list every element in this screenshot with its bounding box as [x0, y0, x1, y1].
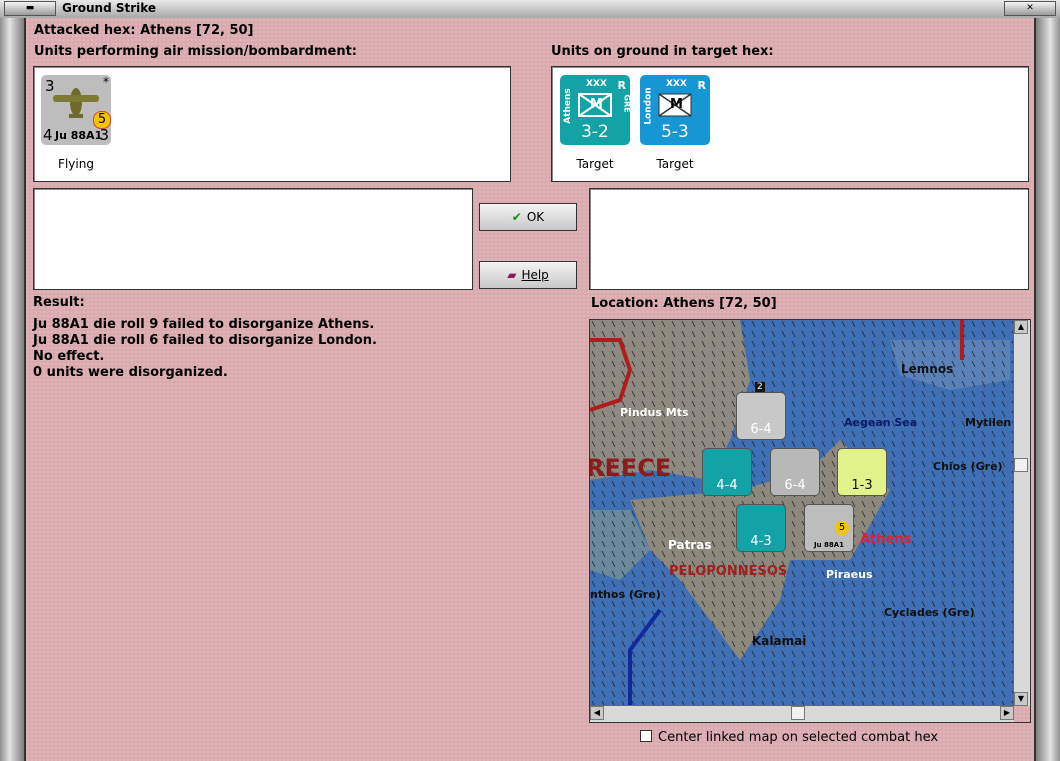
map-label-chios: Chios (Gre): [933, 460, 1003, 473]
map-unit-strength: 4-3: [750, 534, 772, 549]
result-label: Result:: [33, 295, 85, 310]
map-label-piraeus: Piraeus: [826, 568, 873, 581]
air-detail-box[interactable]: [33, 188, 473, 290]
unit-corner-label: R: [697, 79, 706, 92]
ground-detail-box[interactable]: [589, 188, 1029, 290]
map-unit[interactable]: 1-3: [837, 448, 887, 496]
window-frame-left: [0, 18, 26, 761]
map-label-cyclades: Cyclades (Gre): [884, 606, 975, 619]
air-units-label: Units performing air mission/bombardment…: [34, 44, 358, 59]
air-unit-attack: 4: [43, 126, 53, 144]
title-bar[interactable]: ▬ Ground Strike ✕: [0, 0, 1060, 19]
map-horizontal-scrollbar[interactable]: ◀ ▶: [590, 705, 1014, 722]
map-label-mytilene: Mytilen: [965, 416, 1012, 429]
unit-side-label: London: [643, 87, 654, 125]
result-line: No effect.: [33, 349, 105, 364]
unit-size-label: XXX: [666, 79, 687, 89]
air-unit-name: Ju 88A1: [55, 129, 103, 142]
unit-status: Target: [576, 157, 614, 171]
map-unit[interactable]: 4-4: [702, 448, 752, 496]
unit-symbol-letter: M: [670, 97, 683, 112]
map-unit-strength: 1-3: [851, 478, 873, 493]
unit-strength: 3-2: [581, 122, 609, 142]
map-air-unit-badge: 5: [835, 521, 849, 535]
center-map-checkbox[interactable]: [640, 730, 652, 742]
unit-size-label: XXX: [586, 79, 607, 89]
ground-unit-london[interactable]: XXX R London M 5-3 Target: [640, 75, 710, 171]
map-unit-strength: 6-4: [750, 422, 772, 437]
window-title: Ground Strike: [62, 1, 157, 15]
center-map-label: Center linked map on selected combat hex: [658, 730, 939, 745]
map-unit[interactable]: 6-4 2: [736, 382, 786, 440]
close-button[interactable]: ✕: [1004, 1, 1056, 16]
map-terrain: [590, 320, 1014, 706]
map-label-aegean: Aegean Sea: [844, 416, 918, 429]
map-label-athens: Athens: [860, 532, 912, 547]
air-unit-defense: 3: [99, 126, 109, 144]
air-unit-ju88a1[interactable]: 3 * 5 4 Ju 88A1 3 Flying: [41, 75, 111, 171]
unit-corner-label: R: [617, 79, 626, 92]
result-line: Ju 88A1 die roll 6 failed to disorganize…: [33, 333, 377, 348]
map-label-zakynthos: nthos (Gre): [590, 588, 661, 601]
scroll-down-icon[interactable]: ▼: [1014, 692, 1028, 706]
dialog-content: Attacked hex: Athens [72, 50] Units perf…: [26, 18, 1034, 761]
location-label: Location: Athens [72, 50]: [591, 296, 777, 311]
ground-units-label: Units on ground in target hex:: [551, 44, 774, 59]
center-map-option[interactable]: Center linked map on selected combat hex: [640, 730, 938, 745]
map-label-kalamai: Kalamai: [752, 634, 807, 648]
vertical-scroll-thumb[interactable]: [1014, 458, 1028, 472]
map-unit-strength: 6-4: [784, 478, 806, 493]
map-label-lemnos: Lemnos: [901, 362, 954, 376]
map-unit[interactable]: 4-3: [736, 504, 786, 552]
map-unit[interactable]: 6-4: [770, 448, 820, 496]
unit-nation-label: GRE: [622, 94, 632, 113]
map-label-patras: Patras: [668, 538, 712, 552]
map-air-unit-name: Ju 88A1: [813, 541, 845, 549]
result-line: Ju 88A1 die roll 9 failed to disorganize…: [33, 317, 375, 332]
air-units-list[interactable]: 3 * 5 4 Ju 88A1 3 Flying: [33, 66, 511, 182]
scroll-right-icon[interactable]: ▶: [1000, 706, 1014, 720]
unit-side-label: Athens: [562, 88, 573, 124]
map-label-pindus: Pindus Mts: [620, 406, 689, 419]
checkmark-icon: ✔: [511, 210, 522, 224]
map-vertical-scrollbar[interactable]: ▲ ▼: [1013, 320, 1030, 706]
help-book-icon: ▰: [507, 268, 517, 282]
map-label-greece: REECE: [589, 454, 672, 482]
ok-button-label: OK: [526, 210, 545, 224]
unit-status: Target: [656, 157, 694, 171]
horizontal-scroll-thumb[interactable]: [791, 706, 805, 720]
unit-symbol-letter: M: [590, 97, 603, 112]
ground-unit-athens[interactable]: XXX R Athens GRE M 3-2 Target: [560, 75, 632, 171]
map-stack-count: 2: [755, 382, 765, 392]
location-map[interactable]: Lemnos Pindus Mts Aegean Sea Mytilen Chi…: [589, 319, 1031, 723]
ground-units-list[interactable]: XXX R Athens GRE M 3-2 Target XXX R Lond…: [551, 66, 1029, 182]
system-menu-button[interactable]: ▬: [4, 1, 56, 16]
help-button[interactable]: ▰ Help: [479, 261, 577, 289]
unit-strength: 5-3: [661, 122, 689, 142]
ok-button[interactable]: ✔ OK: [479, 203, 577, 231]
map-unit-strength: 4-4: [716, 478, 738, 493]
scroll-left-icon[interactable]: ◀: [590, 706, 604, 720]
map-air-unit[interactable]: 5 Ju 88A1: [804, 504, 854, 552]
map-label-peloponnesos: PELOPONNESOS: [669, 564, 788, 579]
result-text: Ju 88A1 die roll 9 failed to disorganize…: [33, 317, 377, 381]
result-line: 0 units were disorganized.: [33, 365, 228, 380]
scroll-up-icon[interactable]: ▲: [1014, 320, 1028, 334]
help-button-label: Help: [521, 268, 549, 282]
air-unit-status: Flying: [58, 157, 94, 171]
attacked-hex-label: Attacked hex: Athens [72, 50]: [34, 23, 254, 38]
window-frame-right: [1034, 18, 1060, 761]
